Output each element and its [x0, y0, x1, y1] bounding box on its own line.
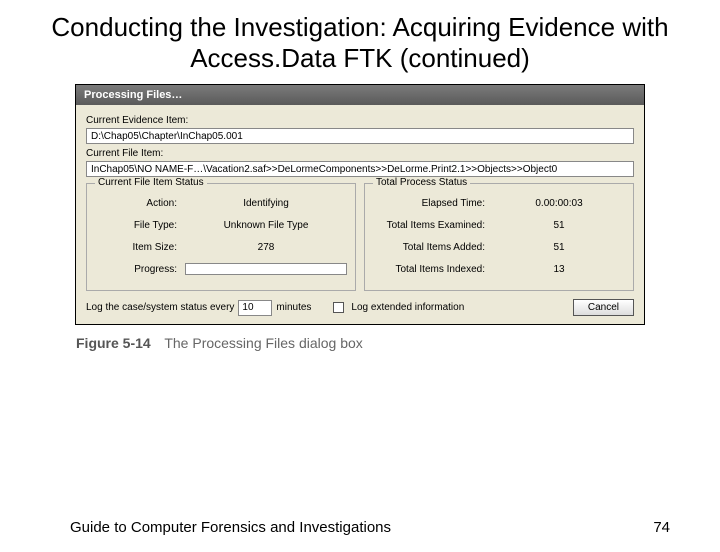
log-extended-checkbox[interactable] [333, 302, 344, 313]
total-process-status-legend: Total Process Status [373, 177, 470, 188]
slide-title: Conducting the Investigation: Acquiring … [40, 12, 680, 74]
dialog-titlebar: Processing Files… [76, 85, 644, 105]
current-file-status-legend: Current File Item Status [95, 177, 207, 188]
figure-text: The Processing Files dialog box [164, 335, 362, 351]
current-file-status-group: Current File Item Status Action: Identif… [86, 183, 356, 291]
cancel-button[interactable]: Cancel [573, 299, 634, 316]
progress-label: Progress: [95, 264, 185, 275]
processing-files-dialog: Processing Files… Current Evidence Item:… [75, 84, 645, 325]
total-process-status-group: Total Process Status Elapsed Time: 0.00:… [364, 183, 634, 291]
item-size-label: Item Size: [95, 242, 185, 253]
progress-bar [185, 263, 347, 275]
log-interval-suffix: minutes [276, 302, 311, 313]
items-examined-label: Total Items Examined: [373, 220, 493, 231]
items-added-label: Total Items Added: [373, 242, 493, 253]
dialog-body: Current Evidence Item: D:\Chap05\Chapter… [76, 105, 644, 324]
file-item-value: InChap05\NO NAME-F…\Vacation2.saf>>DeLor… [86, 161, 634, 177]
item-size-value: 278 [185, 240, 347, 255]
page-number: 74 [653, 519, 670, 536]
action-value: Identifying [185, 196, 347, 211]
figure-caption: Figure 5-14 The Processing Files dialog … [76, 335, 720, 351]
elapsed-time-value: 0.00:00:03 [493, 196, 625, 211]
footer-text: Guide to Computer Forensics and Investig… [70, 519, 391, 536]
evidence-item-value: D:\Chap05\Chapter\InChap05.001 [86, 128, 634, 144]
items-examined-value: 51 [493, 218, 625, 233]
file-item-label: Current File Item: [86, 148, 634, 159]
elapsed-time-label: Elapsed Time: [373, 198, 493, 209]
items-added-value: 51 [493, 240, 625, 255]
evidence-item-label: Current Evidence Item: [86, 115, 634, 126]
figure-number: Figure 5-14 [76, 335, 151, 351]
action-label: Action: [95, 198, 185, 209]
file-type-label: File Type: [95, 220, 185, 231]
log-interval-prefix: Log the case/system status every [86, 302, 234, 313]
file-type-value: Unknown File Type [185, 218, 347, 233]
log-extended-label: Log extended information [351, 302, 464, 313]
items-indexed-label: Total Items Indexed: [373, 264, 493, 275]
log-interval-input[interactable]: 10 [238, 300, 272, 316]
items-indexed-value: 13 [493, 262, 625, 277]
